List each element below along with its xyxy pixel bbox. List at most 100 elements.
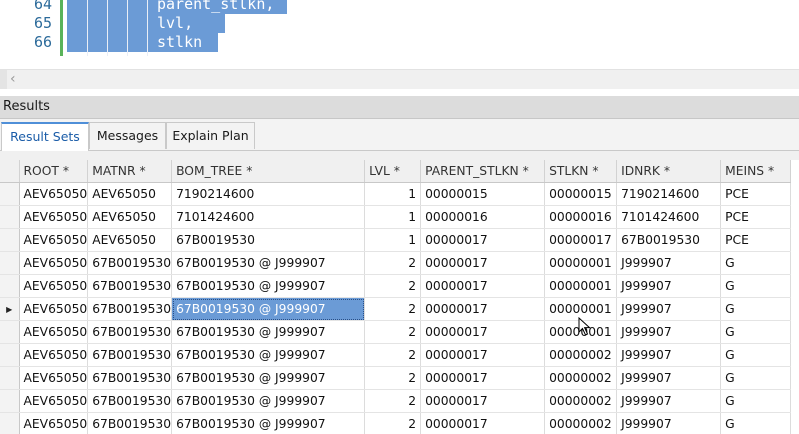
column-header[interactable]: IDNRK * — [616, 160, 722, 183]
column-header[interactable]: PARENT_STLKN * — [420, 160, 546, 183]
table-cell[interactable]: G — [720, 274, 792, 298]
table-cell[interactable]: 00000001 — [544, 251, 618, 275]
table-cell[interactable]: 00000017 — [420, 389, 546, 413]
table-cell[interactable]: AEV65050 — [19, 205, 89, 229]
table-cell[interactable]: 7101424600 — [171, 205, 366, 229]
row-selector[interactable] — [0, 205, 20, 229]
row-selector[interactable] — [0, 228, 20, 252]
code-line[interactable]: lvl, — [157, 14, 193, 33]
table-cell[interactable]: 2 — [364, 389, 422, 413]
table-cell[interactable]: 00000002 — [544, 389, 618, 413]
table-cell[interactable]: G — [720, 412, 792, 434]
table-cell[interactable]: 00000017 — [420, 366, 546, 390]
table-cell[interactable]: 1 — [364, 182, 422, 206]
table-cell[interactable]: AEV65050 — [19, 274, 89, 298]
table-cell[interactable]: AEV65050 — [19, 343, 89, 367]
table-row[interactable]: AEV65050 67B0019530 67B0019530 @ J999907 2 0… — [0, 274, 792, 298]
table-cell[interactable]: 67B0019530 — [87, 366, 173, 390]
table-cell[interactable]: AEV65050 — [19, 182, 89, 206]
table-cell[interactable]: AEV65050 — [19, 228, 89, 252]
table-cell[interactable]: 00000015 — [544, 182, 618, 206]
table-cell[interactable]: AEV65050 — [87, 228, 173, 252]
table-cell[interactable]: 67B0019530 — [87, 320, 173, 344]
editor-horizontal-scrollbar[interactable]: ‹ — [0, 69, 799, 89]
column-header[interactable]: ROOT * — [19, 160, 89, 183]
table-cell[interactable]: 67B0019530 @ J999907 — [171, 297, 366, 321]
table-cell[interactable]: 2 — [364, 320, 422, 344]
table-cell[interactable]: 2 — [364, 297, 422, 321]
table-cell[interactable]: 2 — [364, 274, 422, 298]
table-cell[interactable]: 00000017 — [420, 297, 546, 321]
table-cell[interactable]: G — [720, 251, 792, 275]
table-cell[interactable]: 7190214600 — [171, 182, 366, 206]
row-selector[interactable]: ▶ — [0, 297, 20, 321]
scrollbar-grip[interactable] — [0, 70, 7, 89]
table-cell[interactable]: G — [720, 320, 792, 344]
table-row[interactable]: AEV65050 AEV65050 7101424600 1 00000016 00000… — [0, 205, 792, 229]
table-cell[interactable]: J999907 — [616, 251, 722, 275]
table-cell[interactable]: 00000016 — [420, 205, 546, 229]
table-cell[interactable]: J999907 — [616, 366, 722, 390]
table-cell[interactable]: 00000017 — [420, 274, 546, 298]
table-cell[interactable]: 1 — [364, 228, 422, 252]
table-cell[interactable]: 67B0019530 @ J999907 — [171, 343, 366, 367]
table-row[interactable]: AEV65050 AEV65050 67B0019530 1 00000017 00000… — [0, 228, 792, 252]
table-cell[interactable]: 67B0019530 — [87, 389, 173, 413]
table-cell[interactable]: 00000017 — [420, 228, 546, 252]
table-cell[interactable]: 67B0019530 — [87, 274, 173, 298]
table-cell[interactable]: 67B0019530 @ J999907 — [171, 389, 366, 413]
table-row[interactable]: AEV65050 AEV65050 7190214600 1 00000015 00000… — [0, 182, 792, 206]
table-cell[interactable]: 2 — [364, 366, 422, 390]
row-selector[interactable] — [0, 343, 20, 367]
table-cell[interactable]: AEV65050 — [87, 205, 173, 229]
table-cell[interactable]: 00000001 — [544, 274, 618, 298]
table-row[interactable]: ▶ AEV65050 67B0019530 67B0019530 @ J999907 2… — [0, 297, 792, 321]
table-cell[interactable]: 67B0019530 @ J999907 — [171, 412, 366, 434]
table-cell[interactable]: 1 — [364, 205, 422, 229]
table-cell[interactable]: 00000017 — [544, 228, 618, 252]
table-cell[interactable]: G — [720, 366, 792, 390]
table-cell[interactable]: 67B0019530 — [87, 251, 173, 275]
table-cell[interactable]: 2 — [364, 343, 422, 367]
table-cell[interactable]: 00000017 — [420, 251, 546, 275]
table-cell[interactable]: PCE — [720, 228, 792, 252]
table-cell[interactable]: AEV65050 — [19, 251, 89, 275]
table-cell[interactable]: 00000017 — [420, 320, 546, 344]
result-grid[interactable]: ROOT * MATNR * BOM_TREE * LVL * PARENT_STLKN… — [0, 151, 799, 434]
code-editor[interactable]: 64 65 66 parent_stlkn, lvl, stlkn — [0, 0, 799, 70]
table-cell[interactable]: J999907 — [616, 274, 722, 298]
table-row[interactable]: AEV65050 67B0019530 67B0019530 @ J999907 2 0… — [0, 412, 792, 434]
table-cell[interactable]: J999907 — [616, 343, 722, 367]
tab-result-sets[interactable]: Result Sets — [1, 122, 89, 151]
table-cell[interactable]: G — [720, 343, 792, 367]
table-row[interactable]: AEV65050 67B0019530 67B0019530 @ J999907 2 0… — [0, 343, 792, 367]
table-cell[interactable]: 67B0019530 — [87, 412, 173, 434]
table-cell[interactable]: AEV65050 — [87, 182, 173, 206]
tab-messages[interactable]: Messages — [89, 122, 166, 149]
row-selector[interactable] — [0, 182, 20, 206]
table-cell[interactable]: 2 — [364, 412, 422, 434]
table-cell[interactable]: 67B0019530 @ J999907 — [171, 320, 366, 344]
column-header[interactable]: MATNR * — [87, 160, 173, 183]
table-cell[interactable]: AEV65050 — [19, 412, 89, 434]
row-selector[interactable] — [0, 389, 20, 413]
table-cell[interactable]: AEV65050 — [19, 320, 89, 344]
table-cell[interactable]: 67B0019530 @ J999907 — [171, 251, 366, 275]
table-cell[interactable]: 00000002 — [544, 412, 618, 434]
table-cell[interactable]: AEV65050 — [19, 297, 89, 321]
row-selector[interactable] — [0, 251, 20, 275]
table-cell[interactable]: AEV65050 — [19, 366, 89, 390]
grid-corner[interactable] — [0, 160, 20, 183]
table-cell[interactable]: 7190214600 — [616, 182, 722, 206]
table-cell[interactable]: AEV65050 — [19, 389, 89, 413]
table-cell[interactable]: 00000002 — [544, 366, 618, 390]
row-selector[interactable] — [0, 274, 20, 298]
column-header[interactable]: STLKN * — [544, 160, 618, 183]
code-line[interactable]: parent_stlkn, — [157, 0, 274, 14]
row-selector[interactable] — [0, 412, 20, 434]
column-header[interactable]: BOM_TREE * — [171, 160, 366, 183]
table-row[interactable]: AEV65050 67B0019530 67B0019530 @ J999907 2 0… — [0, 389, 792, 413]
row-selector[interactable] — [0, 366, 20, 390]
table-cell[interactable]: J999907 — [616, 389, 722, 413]
column-header[interactable]: LVL * — [364, 160, 422, 183]
